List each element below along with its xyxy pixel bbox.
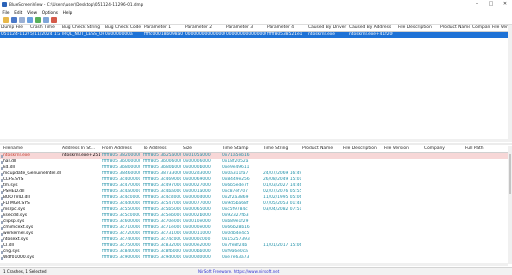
driver-list-scrollbar[interactable] — [508, 146, 512, 264]
driver-row[interactable]: Wdf01000.sys fffff805 3c900000 fffff805 3c… — [0, 255, 508, 261]
col-dump-file[interactable]: Dump File — [1, 25, 29, 31]
col-file-description-2[interactable]: File Description — [343, 146, 381, 152]
menu-help[interactable]: Help — [60, 9, 74, 16]
col-to-address[interactable]: To Address — [143, 146, 181, 152]
col-bug-check-string[interactable]: Bug Check String — [62, 25, 104, 31]
menu-edit[interactable]: Edit — [12, 9, 25, 16]
status-count: 1 Crashes, 1 Selected — [3, 269, 47, 274]
driver-cell: fffff805 3c900000 — [102, 255, 140, 260]
driver-cell: 0xe7e63a73 — [222, 255, 250, 260]
col-file-version-2[interactable]: File Version — [384, 146, 422, 152]
col-company-2[interactable]: Company — [424, 146, 462, 152]
crash-list-scrollbar[interactable] — [508, 25, 512, 142]
col-from-address[interactable]: From Address — [102, 146, 140, 152]
app-icon — [2, 2, 7, 7]
app-window: BlueScreenView - C:\Users\user\Desktop\0… — [0, 0, 512, 275]
scroll-thumb[interactable] — [509, 154, 511, 194]
col-file-version[interactable]: File Version — [492, 25, 508, 31]
col-size[interactable]: Size — [183, 146, 221, 152]
driver-list: Filename Address In St... From Address T… — [0, 146, 508, 264]
col-caused-by-address[interactable]: Caused By Address — [349, 25, 393, 31]
maximize-button[interactable]: □ — [484, 0, 498, 9]
crash-list: Dump File Crash Time Bug Check String Bu… — [0, 25, 508, 142]
col-crash-time[interactable]: Crash Time — [30, 25, 60, 31]
menu-view[interactable]: View — [25, 9, 40, 16]
col-parameter-3[interactable]: Parameter 3 — [226, 25, 266, 31]
minimize-button[interactable]: – — [470, 0, 484, 9]
crash-list-header: Dump File Crash Time Bug Check String Bu… — [0, 25, 508, 32]
driver-list-hscrollbar[interactable] — [0, 263, 508, 266]
pane-splitter[interactable] — [0, 143, 512, 145]
col-time-string[interactable]: Time String — [263, 146, 301, 152]
menu-bar: File Edit View Options Help — [0, 9, 512, 16]
col-parameter-1[interactable]: Parameter 1 — [144, 25, 184, 31]
col-product-name[interactable]: Product Name — [440, 25, 470, 31]
properties-icon[interactable] — [27, 17, 33, 23]
save-icon[interactable] — [11, 17, 17, 23]
col-parameter-2[interactable]: Parameter 2 — [185, 25, 225, 31]
col-company[interactable]: Company — [472, 25, 490, 31]
col-file-description[interactable]: File Description — [398, 25, 438, 31]
col-parameter-4[interactable]: Parameter 4 — [267, 25, 307, 31]
menu-options[interactable]: Options — [39, 9, 60, 16]
nirsoft-link[interactable]: NirSoft Freeware. https://www.nirsoft.ne… — [198, 269, 279, 275]
search-icon[interactable] — [43, 17, 49, 23]
open-icon[interactable] — [3, 17, 9, 23]
col-time-stamp[interactable]: Time Stamp — [222, 146, 260, 152]
refresh-icon[interactable] — [35, 17, 41, 23]
toolbar — [0, 16, 512, 25]
col-filename[interactable]: Filename — [3, 146, 61, 152]
col-caused-by-driver[interactable]: Caused By Driver — [308, 25, 348, 31]
copy-icon[interactable] — [19, 17, 25, 23]
col-product-name-2[interactable]: Product Name — [302, 146, 340, 152]
col-bug-check-code[interactable]: Bug Check Code — [105, 25, 143, 31]
driver-cell: fffff805 3c9d0000 — [143, 255, 181, 260]
exit-icon[interactable] — [51, 17, 57, 23]
window-title: BlueScreenView - C:\Users\user\Desktop\0… — [9, 2, 144, 7]
driver-list-header: Filename Address In St... From Address T… — [0, 146, 508, 153]
menu-file[interactable]: File — [0, 9, 12, 16]
title-bar: BlueScreenView - C:\Users\user\Desktop\0… — [0, 0, 512, 9]
driver-cell: Wdf01000.sys — [3, 255, 35, 260]
crash-list-hscrollbar[interactable] — [0, 139, 508, 142]
status-bar: 1 Crashes, 1 Selected NirSoft Freeware. … — [0, 267, 512, 275]
col-full-path[interactable]: Full Path — [465, 146, 503, 152]
crash-row[interactable]: 051124-11296-01.dmp 5/11/2024 1:27:27 PM… — [0, 32, 508, 38]
driver-cell: 0x000d0000 — [183, 255, 211, 260]
close-button[interactable]: ✕ — [498, 0, 512, 9]
col-address-in-stack[interactable]: Address In St... — [62, 146, 100, 152]
